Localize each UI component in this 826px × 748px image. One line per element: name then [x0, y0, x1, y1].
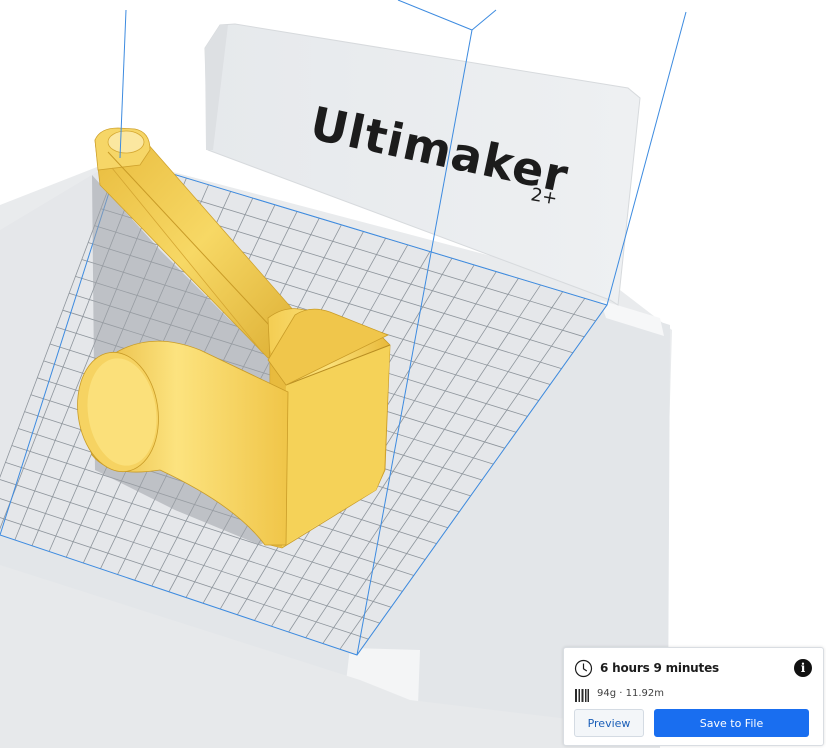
clock-icon — [574, 659, 593, 678]
filament-spool-icon — [575, 687, 589, 702]
preview-button[interactable]: Preview — [574, 709, 644, 737]
3d-viewport[interactable]: Ultimaker 2+ — [0, 0, 826, 748]
save-to-file-button[interactable]: Save to File — [654, 709, 809, 737]
material-usage: 94g · 11.92m — [597, 687, 664, 699]
print-time-row: 6 hours 9 minutes i — [574, 658, 814, 678]
info-icon[interactable]: i — [794, 659, 812, 677]
print-time: 6 hours 9 minutes — [600, 661, 719, 675]
print-info-panel: 6 hours 9 minutes i 94g · 11.92m Preview… — [563, 647, 824, 746]
material-row: 94g · 11.92m — [575, 685, 815, 702]
